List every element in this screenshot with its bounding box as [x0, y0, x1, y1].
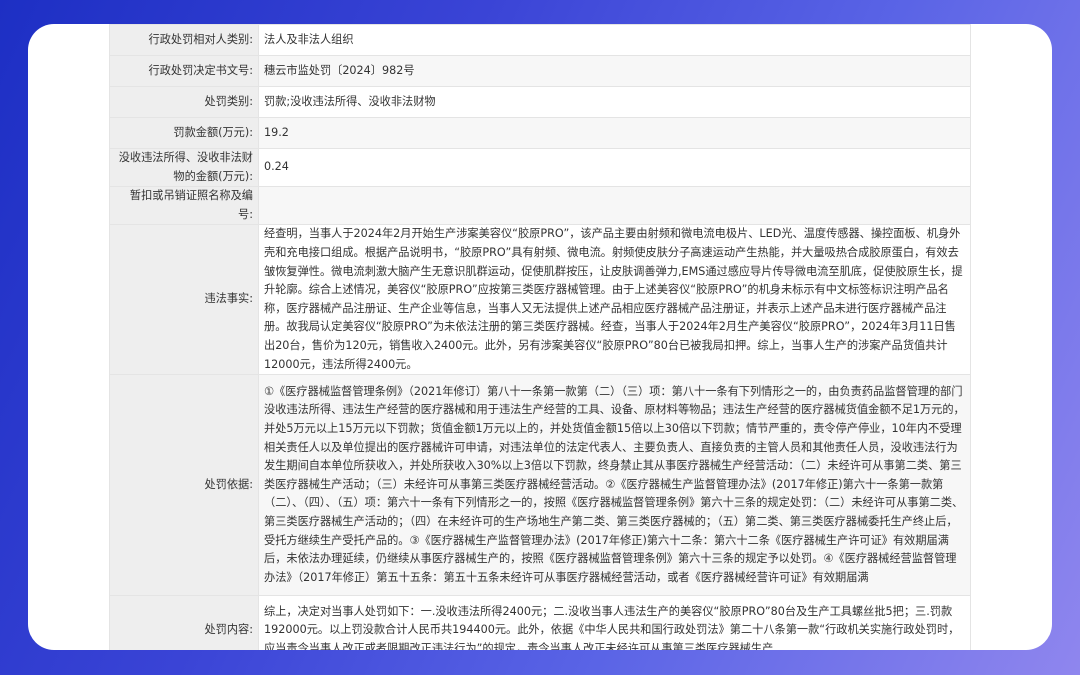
- table-row: 处罚类别: 罚款;没收违法所得、没收非法财物: [109, 86, 971, 118]
- table-row: 处罚内容: 综上，决定对当事人处罚如下：一.没收违法所得2400元；二.没收当事…: [109, 595, 971, 650]
- field-label-party-type: 行政处罚相对人类别:: [109, 24, 259, 56]
- record-card: 行政处罚相对人类别: 法人及非法人组织 行政处罚决定书文号: 穗云市监处罚〔20…: [28, 24, 1052, 650]
- field-label-license-revoked: 暂扣或吊销证照名称及编号:: [109, 186, 259, 226]
- field-value-violation-facts: 经查明，当事人于2024年2月开始生产涉案美容仪“胶原PRO”，该产品主要由射频…: [258, 224, 971, 376]
- field-label-penalty-content: 处罚内容:: [109, 595, 259, 650]
- field-value-license-revoked: [258, 186, 971, 226]
- field-value-decision-number: 穗云市监处罚〔2024〕982号: [258, 55, 971, 87]
- table-row: 暂扣或吊销证照名称及编号:: [109, 186, 971, 226]
- table-row: 罚款金额(万元): 19.2: [109, 117, 971, 149]
- penalty-record-table: 行政处罚相对人类别: 法人及非法人组织 行政处罚决定书文号: 穗云市监处罚〔20…: [109, 24, 971, 650]
- field-value-party-type: 法人及非法人组织: [258, 24, 971, 56]
- field-label-penalty-category: 处罚类别:: [109, 86, 259, 118]
- field-value-penalty-content: 综上，决定对当事人处罚如下：一.没收违法所得2400元；二.没收当事人违法生产的…: [258, 595, 971, 650]
- table-row: 行政处罚决定书文号: 穗云市监处罚〔2024〕982号: [109, 55, 971, 87]
- field-value-confiscated-amount: 0.24: [258, 147, 971, 188]
- table-row: 没收违法所得、没收非法财物的金额(万元): 0.24: [109, 147, 971, 188]
- field-label-confiscated-amount: 没收违法所得、没收非法财物的金额(万元):: [109, 147, 259, 188]
- table-row: 处罚依据: ①《医疗器械监督管理条例》（2021年修订）第八十一条第一款第（二）…: [109, 374, 971, 597]
- field-label-fine-amount: 罚款金额(万元):: [109, 117, 259, 149]
- field-value-penalty-basis: ①《医疗器械监督管理条例》（2021年修订）第八十一条第一款第（二）（三）项：第…: [258, 374, 971, 597]
- field-label-decision-number: 行政处罚决定书文号:: [109, 55, 259, 87]
- table-row: 违法事实: 经查明，当事人于2024年2月开始生产涉案美容仪“胶原PRO”，该产…: [109, 224, 971, 376]
- table-row: 行政处罚相对人类别: 法人及非法人组织: [109, 24, 971, 56]
- field-label-violation-facts: 违法事实:: [109, 224, 259, 376]
- field-value-fine-amount: 19.2: [258, 117, 971, 149]
- field-value-penalty-category: 罚款;没收违法所得、没收非法财物: [258, 86, 971, 118]
- field-label-penalty-basis: 处罚依据:: [109, 374, 259, 597]
